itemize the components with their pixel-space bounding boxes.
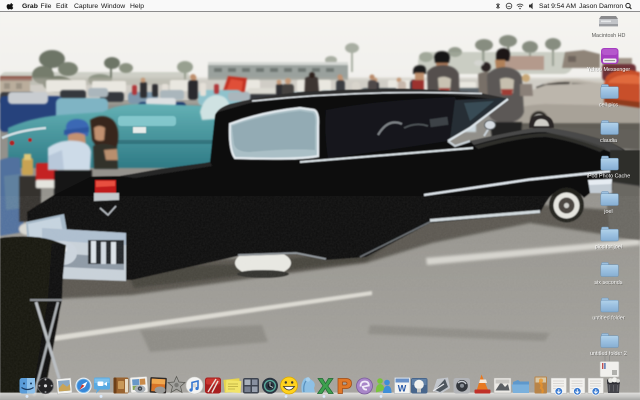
svg-text:cell pics: cell pics [599, 103, 618, 109]
svg-text:Edit: Edit [56, 3, 68, 10]
svg-text:Jason Damron: Jason Damron [579, 3, 623, 10]
svg-text:six seconds: six seconds [594, 280, 622, 286]
svg-text:pics for joel: pics for joel [595, 245, 622, 251]
svg-text:W: W [398, 384, 407, 394]
svg-text:Window: Window [101, 3, 125, 10]
svg-text:Yahoo Messenger: Yahoo Messenger [587, 67, 631, 73]
svg-text:Sat 9:54 AM: Sat 9:54 AM [539, 3, 576, 10]
svg-text:Capture: Capture [74, 3, 98, 10]
svg-text:Help: Help [130, 3, 144, 10]
svg-text:joel: joel [603, 209, 612, 215]
svg-text:Grab: Grab [22, 3, 38, 10]
svg-text:untitled folder: untitled folder [592, 316, 625, 322]
svg-text:untitled folder 2: untitled folder 2 [590, 351, 627, 357]
svg-text:claudia: claudia [600, 138, 617, 144]
svg-text:iPod Photo Cache: iPod Photo Cache [587, 174, 630, 180]
svg-text:Macintosh HD: Macintosh HD [592, 33, 626, 39]
svg-text:File: File [41, 3, 52, 10]
